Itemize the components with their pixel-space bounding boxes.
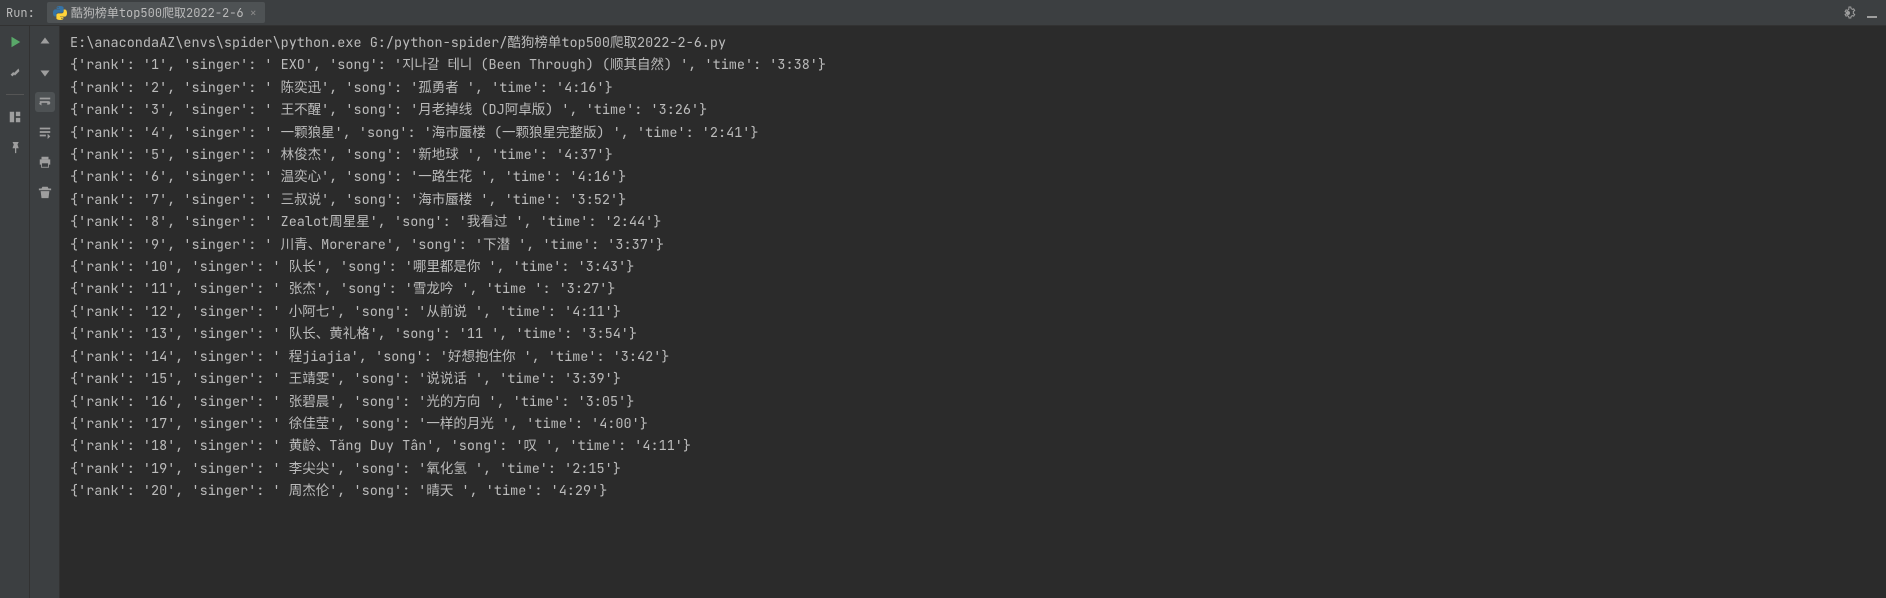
run-header: Run: 酷狗榜单top500爬取2022-2-6 × [0, 0, 1886, 26]
run-config-tab[interactable]: 酷狗榜单top500爬取2022-2-6 × [47, 2, 265, 23]
run-label: Run: [6, 5, 35, 21]
run-body: E:\anacondaAZ\envs\spider\python.exe G:/… [0, 26, 1886, 598]
run-toolbar-secondary [30, 26, 60, 598]
scroll-to-end-button[interactable] [35, 122, 55, 142]
divider [6, 94, 24, 95]
up-stack-button[interactable] [35, 32, 55, 52]
modify-run-config-button[interactable] [5, 62, 25, 82]
rerun-button[interactable] [5, 32, 25, 52]
output-container: {'rank': '1', 'singer': ' EXO', 'song': … [70, 56, 826, 500]
down-stack-button[interactable] [35, 62, 55, 82]
run-header-right [1840, 5, 1880, 21]
hide-icon[interactable] [1864, 5, 1880, 21]
print-button[interactable] [35, 152, 55, 172]
run-tool-window: Run: 酷狗榜单top500爬取2022-2-6 × [0, 0, 1886, 598]
clear-all-button[interactable] [35, 182, 55, 202]
console-output[interactable]: E:\anacondaAZ\envs\spider\python.exe G:/… [60, 26, 1886, 598]
command-line: E:\anacondaAZ\envs\spider\python.exe G:/… [70, 34, 726, 52]
pin-button[interactable] [5, 137, 25, 157]
settings-icon[interactable] [1840, 5, 1856, 21]
python-file-icon [53, 6, 67, 20]
layout-button[interactable] [5, 107, 25, 127]
run-header-left: Run: 酷狗榜单top500爬取2022-2-6 × [6, 2, 265, 23]
tab-title: 酷狗榜单top500爬取2022-2-6 [71, 4, 244, 21]
close-tab-icon[interactable]: × [248, 5, 259, 21]
run-toolbar-primary [0, 26, 30, 598]
soft-wrap-button[interactable] [35, 92, 55, 112]
